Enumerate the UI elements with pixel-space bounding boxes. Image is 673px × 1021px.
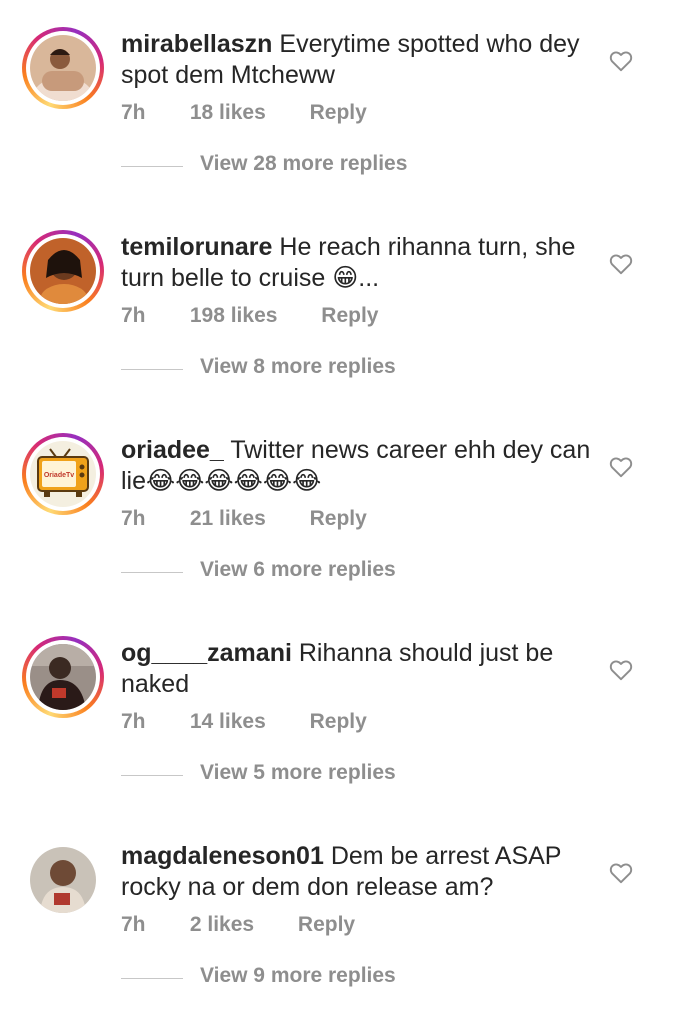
comment-time: 7h <box>121 101 146 124</box>
comment-item: OriadeTv oriadee_ Twitter news career eh… <box>0 406 673 609</box>
comment-text-block: og____zamani Rihanna should just be nake… <box>121 638 591 700</box>
replies-divider <box>121 572 183 573</box>
comment-likes[interactable]: 21 likes <box>190 507 266 531</box>
avatar-story-ring[interactable] <box>22 27 104 109</box>
heart-outline-icon[interactable] <box>608 48 634 74</box>
comment-username[interactable]: og____zamani <box>121 639 292 667</box>
avatar-ring-gap <box>26 640 100 714</box>
avatar <box>30 847 96 913</box>
comment-meta: 7h 14 likes Reply <box>121 710 367 734</box>
avatar-story-ring[interactable] <box>22 230 104 312</box>
avatar <box>30 644 96 710</box>
view-replies-button[interactable]: View 8 more replies <box>200 355 396 379</box>
comment-item: mirabellaszn Everytime spotted who dey s… <box>0 0 673 203</box>
comment-username[interactable]: oriadee_ <box>121 436 224 464</box>
comment-text-block: temilorunare He reach rihanna turn, she … <box>121 232 591 294</box>
comment-time: 7h <box>121 710 146 733</box>
replies-divider <box>121 775 183 776</box>
replies-divider <box>121 166 183 167</box>
comment-likes[interactable]: 2 likes <box>190 913 254 937</box>
avatar-story-ring[interactable]: OriadeTv <box>22 433 104 515</box>
avatar-ring-gap <box>26 31 100 105</box>
reply-button[interactable]: Reply <box>310 710 367 734</box>
avatar-photo-icon <box>30 847 96 913</box>
reply-button[interactable]: Reply <box>310 507 367 531</box>
comment-time: 7h <box>121 507 146 530</box>
avatar-photo-icon <box>30 35 96 101</box>
comment-text-block: mirabellaszn Everytime spotted who dey s… <box>121 29 591 91</box>
view-replies-button[interactable]: View 6 more replies <box>200 558 396 582</box>
comment-text-block: oriadee_ Twitter news career ehh dey can… <box>121 435 591 497</box>
replies-divider <box>121 978 183 979</box>
comment-username[interactable]: mirabellaszn <box>121 30 272 58</box>
comment-meta: 7h 2 likes Reply <box>121 913 355 937</box>
avatar-photo-icon <box>30 238 96 304</box>
view-replies-button[interactable]: View 5 more replies <box>200 761 396 785</box>
reply-button[interactable]: Reply <box>310 101 367 125</box>
comment-meta: 7h 198 likes Reply <box>121 304 378 328</box>
avatar: OriadeTv <box>30 441 96 507</box>
avatar-photo-icon <box>30 644 96 710</box>
comment-meta: 7h 21 likes Reply <box>121 507 367 531</box>
comment-item: temilorunare He reach rihanna turn, she … <box>0 203 673 406</box>
comment-likes[interactable]: 18 likes <box>190 101 266 125</box>
view-replies-button[interactable]: View 28 more replies <box>200 152 407 176</box>
heart-outline-icon[interactable] <box>608 860 634 886</box>
avatar-logo-text: OriadeTv <box>44 472 74 479</box>
comment-meta: 7h 18 likes Reply <box>121 101 367 125</box>
avatar <box>30 35 96 101</box>
avatar-frame[interactable] <box>22 839 104 921</box>
avatar <box>30 238 96 304</box>
comment-item: magdaleneson01 Dem be arrest ASAP rocky … <box>0 812 673 1015</box>
comment-likes[interactable]: 14 likes <box>190 710 266 734</box>
replies-divider <box>121 369 183 370</box>
reply-button[interactable]: Reply <box>298 913 355 937</box>
comment-text-block: magdaleneson01 Dem be arrest ASAP rocky … <box>121 841 591 903</box>
heart-outline-icon[interactable] <box>608 454 634 480</box>
view-replies-button[interactable]: View 9 more replies <box>200 964 396 988</box>
avatar-ring-gap <box>26 234 100 308</box>
tv-logo-icon: OriadeTv <box>30 441 96 507</box>
comment-time: 7h <box>121 913 146 936</box>
heart-outline-icon[interactable] <box>608 251 634 277</box>
comment-time: 7h <box>121 304 146 327</box>
comment-username[interactable]: temilorunare <box>121 233 272 261</box>
comment-likes[interactable]: 198 likes <box>190 304 278 328</box>
heart-outline-icon[interactable] <box>608 657 634 683</box>
avatar-ring-gap: OriadeTv <box>26 437 100 511</box>
avatar-story-ring[interactable] <box>22 636 104 718</box>
reply-button[interactable]: Reply <box>321 304 378 328</box>
comment-username[interactable]: magdaleneson01 <box>121 842 324 870</box>
comment-item: og____zamani Rihanna should just be nake… <box>0 609 673 812</box>
